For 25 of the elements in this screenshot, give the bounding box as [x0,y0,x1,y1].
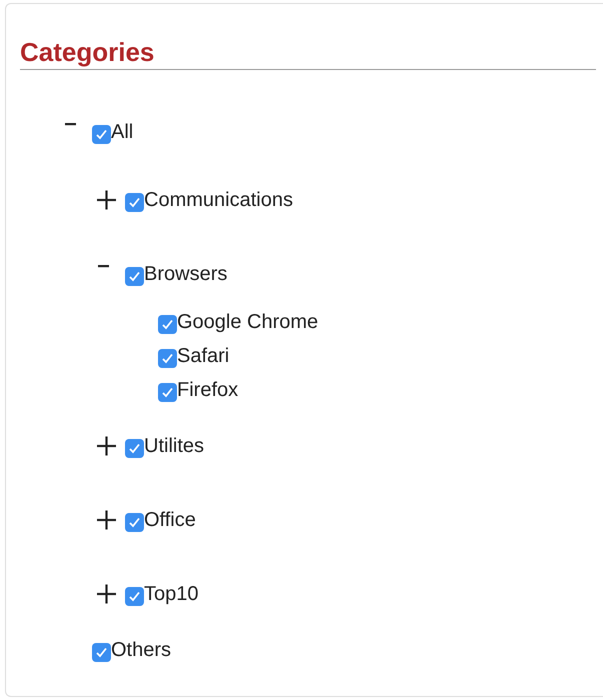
tree-item-label[interactable]: Utilites [144,434,204,458]
tree-item-label[interactable]: Safari [177,344,230,368]
plus-icon[interactable] [96,509,118,531]
checkbox[interactable] [158,314,177,334]
checkbox[interactable] [92,124,111,144]
tree-item-label[interactable]: Communications [144,188,293,212]
checkbox[interactable] [125,192,144,212]
checkbox[interactable] [125,586,144,606]
checkbox[interactable] [125,266,144,286]
plus-icon[interactable] [96,189,118,211]
checkbox[interactable] [158,348,177,368]
checkbox[interactable] [92,642,111,662]
tree-item-label[interactable]: Browsers [144,262,228,286]
checkbox[interactable] [125,512,144,532]
panel-title: Categories [20,37,154,68]
tree-item-label[interactable]: Others [111,638,172,662]
tree-item-label[interactable]: Firefox [177,378,238,402]
plus-icon[interactable] [96,583,118,605]
tree-item-label[interactable]: All [111,120,134,144]
tree-item-label[interactable]: Top10 [144,582,198,606]
tree-item-label[interactable]: Office [144,508,196,532]
plus-icon[interactable] [96,435,118,457]
checkbox[interactable] [158,382,177,402]
tree-item-label[interactable]: Google Chrome [177,310,318,334]
checkbox[interactable] [125,438,144,458]
